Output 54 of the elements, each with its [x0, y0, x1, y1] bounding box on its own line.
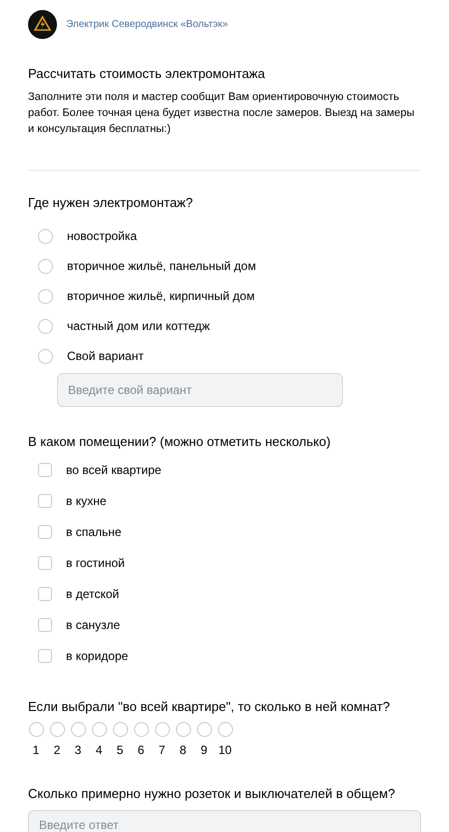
scale-number: 9: [200, 742, 208, 759]
radio-button[interactable]: [196, 722, 212, 737]
option-label: в спальне: [66, 524, 122, 541]
option-label: вторичное жильё, панельный дом: [67, 258, 256, 275]
scale-number: 4: [96, 742, 102, 759]
checkbox[interactable]: [38, 494, 52, 508]
scale-number: 7: [158, 742, 166, 759]
option-label: Свой вариант: [67, 348, 144, 365]
checkbox[interactable]: [38, 463, 52, 477]
scale-number: 10: [218, 742, 232, 759]
radio-button[interactable]: [134, 722, 148, 737]
radio-button[interactable]: [28, 722, 44, 737]
option-label: новостройка: [67, 228, 137, 245]
radio-button[interactable]: [50, 722, 64, 737]
checkbox[interactable]: [38, 525, 52, 539]
checkbox[interactable]: [38, 618, 52, 632]
question-label: В каком помещении? (можно отметить несколько): [28, 433, 332, 451]
radio-button[interactable]: [38, 318, 53, 334]
radio-button[interactable]: [112, 722, 128, 737]
checkbox[interactable]: [38, 649, 52, 663]
community-name[interactable]: Электрик Северодвинск «Вольтэк»: [66, 17, 228, 32]
scale-number: 2: [54, 742, 60, 759]
input-field[interactable]: Введите свой вариант: [57, 373, 343, 407]
checkbox[interactable]: [38, 587, 52, 601]
radio-button[interactable]: [70, 722, 86, 737]
input-field[interactable]: Введите ответ: [28, 810, 421, 832]
option-label: в коридоре: [66, 648, 128, 665]
option-label: вторичное жильё, кирпичный дом: [67, 288, 255, 305]
scale-number: 3: [74, 742, 82, 759]
form-title: Рассчитать стоимость электромонтажа: [28, 65, 266, 83]
question-label: Если выбрали "во всей квартире", то сколько в ней комнат?: [28, 698, 391, 716]
option-label: в санузле: [66, 617, 120, 634]
radio-button[interactable]: [92, 722, 106, 737]
option-label: в гостиной: [66, 555, 125, 572]
radio-button[interactable]: [38, 228, 53, 244]
logo-icon: [28, 10, 57, 39]
option-label: в кухне: [66, 493, 106, 510]
form-description: Заполните эти поля и мастер сообщит Вам ориентировочную стоимость работ. Более точная цена будет известна после замеров. Выезд на замеры и консультация бесплатны:): [28, 90, 416, 136]
radio-button[interactable]: [38, 288, 53, 304]
scale-number: 8: [180, 742, 186, 759]
radio-button[interactable]: [218, 722, 232, 737]
question-label: Где нужен электромонтаж?: [28, 194, 194, 212]
radio-button[interactable]: [154, 722, 170, 737]
checkbox[interactable]: [38, 556, 52, 570]
radio-button[interactable]: [176, 722, 190, 737]
scale-number: 5: [116, 742, 124, 759]
scale-number: 1: [32, 742, 40, 759]
option-label: в детской: [66, 586, 120, 603]
radio-button[interactable]: [38, 258, 53, 274]
radio-button[interactable]: [38, 348, 53, 364]
question-label: Сколько примерно нужно розеток и выключателей в общем?: [28, 785, 396, 803]
scale-number: 6: [138, 742, 144, 759]
option-label: частный дом или коттедж: [67, 318, 210, 335]
option-label: во всей квартире: [66, 462, 162, 479]
